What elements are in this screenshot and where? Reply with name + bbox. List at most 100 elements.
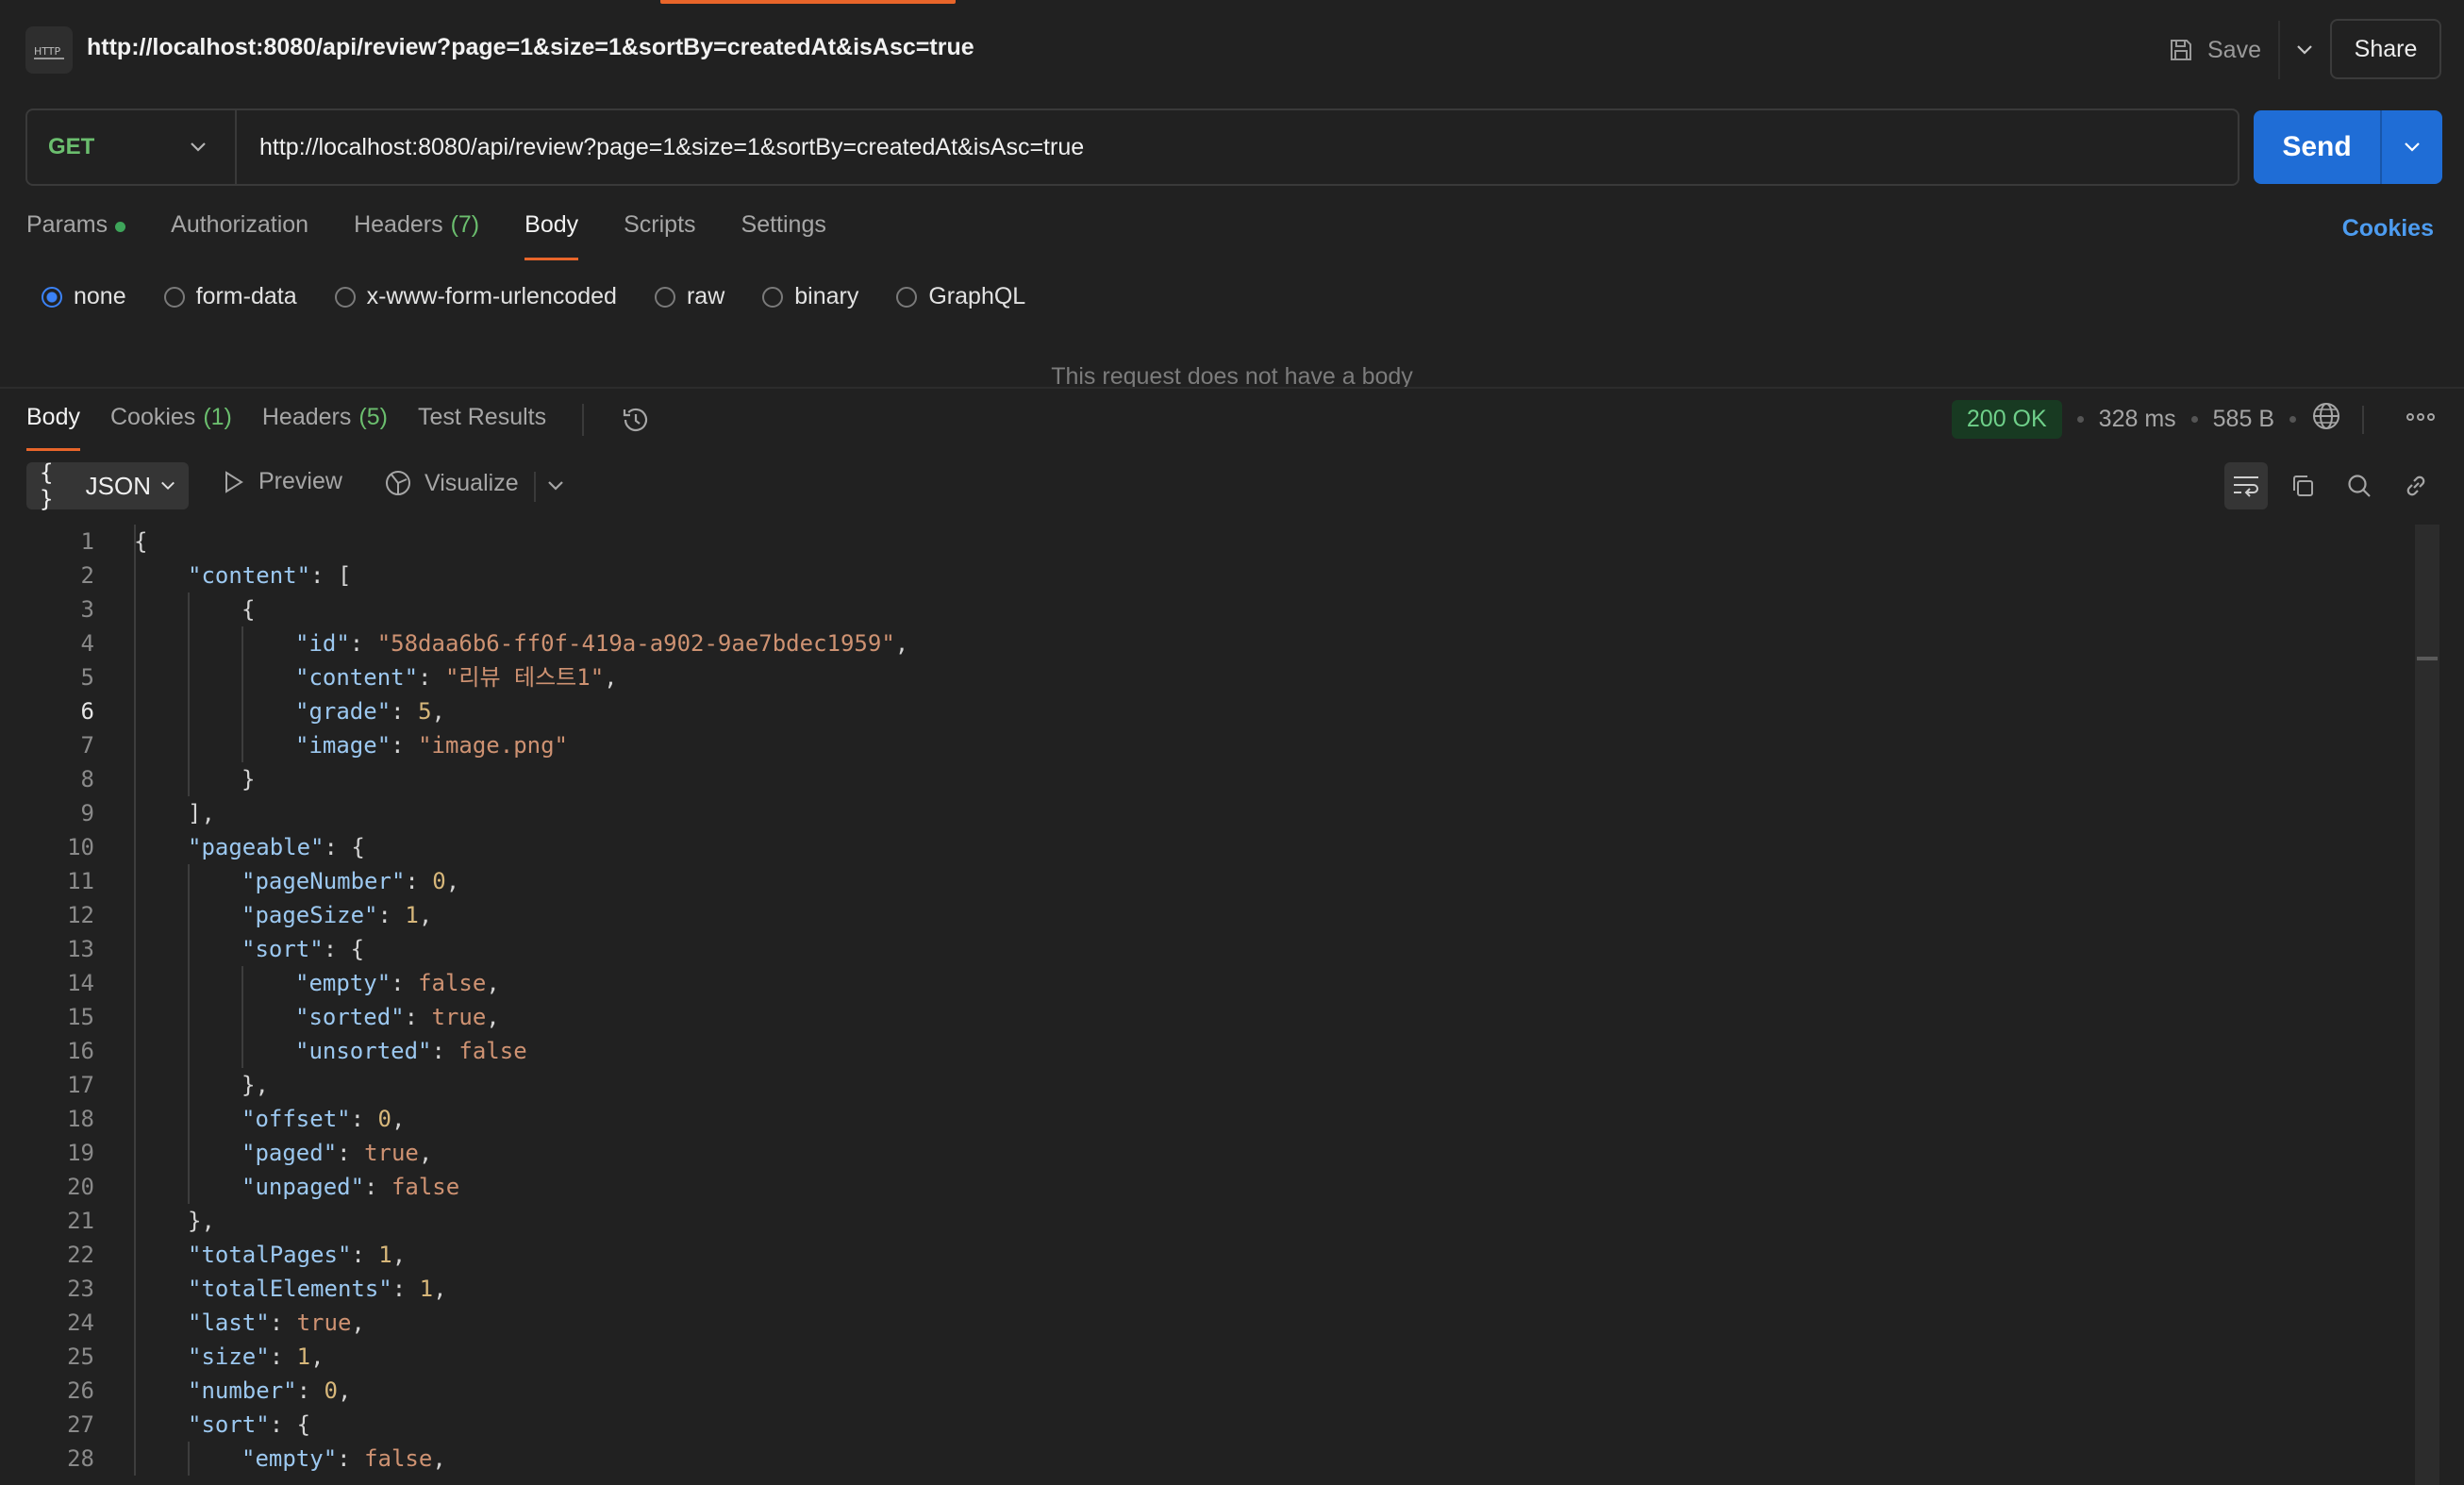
network-button[interactable]: [2311, 401, 2341, 438]
code-text: "empty": false,: [295, 966, 500, 1000]
share-button[interactable]: Share: [2330, 19, 2441, 79]
wrap-lines-button[interactable]: [2224, 462, 2268, 509]
code-text: {: [134, 525, 147, 559]
code-token: ],: [188, 800, 215, 826]
response-tab-body[interactable]: Body: [26, 404, 80, 451]
code-line[interactable]: 7 "image": "image.png": [0, 728, 2415, 762]
code-line[interactable]: 9],: [0, 796, 2415, 830]
code-text: "image": "image.png": [295, 728, 568, 762]
code-line[interactable]: 1{: [0, 525, 2415, 559]
code-line[interactable]: 25 "size": 1,: [0, 1340, 2415, 1374]
code-line[interactable]: 14 "empty": false,: [0, 966, 2415, 1000]
more-options-button[interactable]: [2406, 408, 2436, 431]
line-number: 21: [67, 1208, 94, 1234]
code-line[interactable]: 2 "content": [: [0, 559, 2415, 592]
indent-guide: [134, 1102, 136, 1136]
radio-none[interactable]: none: [42, 283, 126, 310]
radio-raw[interactable]: raw: [654, 283, 724, 310]
code-line[interactable]: 8}: [0, 762, 2415, 796]
code-line[interactable]: 10 "pageable": {: [0, 830, 2415, 864]
send-button[interactable]: Send: [2254, 110, 2380, 184]
send-options-button[interactable]: [2382, 110, 2442, 184]
radio-urlencoded[interactable]: x-www-form-urlencoded: [334, 283, 617, 310]
wrap-lines-icon: [2234, 476, 2258, 497]
method-select[interactable]: GET: [27, 110, 237, 184]
code-token: ,: [604, 664, 618, 691]
visualize-options-button[interactable]: [547, 472, 564, 505]
visualize-button[interactable]: Visualize: [383, 468, 519, 498]
indent-guide: [134, 626, 136, 660]
pane-resize-divider[interactable]: [0, 387, 2464, 389]
response-body-editor[interactable]: 1{2 "content": [3{4 "id": "58daa6b6-ff0f-4…: [0, 525, 2415, 1485]
tab-headers[interactable]: Headers (7): [354, 211, 479, 260]
code-line[interactable]: 23 "totalElements": 1,: [0, 1272, 2415, 1306]
code-line[interactable]: 27 "sort": {: [0, 1408, 2415, 1442]
indent-guide: [241, 626, 243, 660]
chevron-down-icon: [2297, 45, 2312, 55]
status-badge[interactable]: 200 OK: [1951, 400, 2062, 439]
code-token: 5: [418, 698, 432, 725]
request-title[interactable]: http://localhost:8080/api/review?page=1&…: [87, 34, 974, 61]
tab-authorization[interactable]: Authorization: [171, 211, 308, 260]
code-line[interactable]: 16 "unsorted": false: [0, 1034, 2415, 1068]
code-line[interactable]: 15 "sorted": true,: [0, 1000, 2415, 1034]
tab-label: Authorization: [171, 211, 309, 238]
tab-body[interactable]: Body: [524, 211, 578, 260]
code-token: : {: [269, 1411, 311, 1438]
code-line[interactable]: 21},: [0, 1204, 2415, 1238]
indent-guide: [134, 1034, 136, 1068]
code-line[interactable]: 17},: [0, 1068, 2415, 1102]
save-icon: [2171, 40, 2191, 60]
divider: [582, 404, 585, 436]
code-token: "pageSize": [241, 902, 378, 928]
radio-form-data[interactable]: form-data: [163, 283, 297, 310]
indent-guide: [188, 1102, 190, 1136]
indent-guide: [188, 660, 190, 694]
url-input[interactable]: [237, 133, 2238, 161]
tab-scripts[interactable]: Scripts: [624, 211, 695, 260]
radio-binary[interactable]: binary: [762, 283, 858, 310]
code-line[interactable]: 4 "id": "58daa6b6-ff0f-419a-a902-9ae7bdec…: [0, 626, 2415, 660]
format-select[interactable]: { } JSON: [26, 459, 189, 512]
line-number: 12: [67, 902, 94, 928]
line-number: 4: [80, 630, 94, 657]
chevron-down-icon: [2405, 142, 2420, 152]
cookies-link[interactable]: Cookies: [2342, 215, 2434, 242]
save-options-button[interactable]: [2280, 21, 2329, 79]
response-time[interactable]: 328 ms: [2099, 406, 2176, 433]
code-line[interactable]: 13 "sort": {: [0, 932, 2415, 966]
code-line[interactable]: 5 "content": "리뷰 테스트1",: [0, 660, 2415, 694]
link-button[interactable]: [2394, 462, 2438, 509]
code-line[interactable]: 11 "pageNumber": 0,: [0, 864, 2415, 898]
response-tab-headers[interactable]: Headers (5): [262, 404, 388, 451]
code-line[interactable]: 24 "last": true,: [0, 1306, 2415, 1340]
code-line[interactable]: 22 "totalPages": 1,: [0, 1238, 2415, 1272]
response-size[interactable]: 585 B: [2213, 406, 2274, 433]
code-token: "unpaged": [241, 1174, 365, 1200]
code-line[interactable]: 6 "grade": 5,: [0, 694, 2415, 728]
search-button[interactable]: [2338, 462, 2381, 509]
scrollbar-thumb[interactable]: [2417, 657, 2438, 660]
code-line[interactable]: 19 "paged": true,: [0, 1136, 2415, 1170]
response-tab-cookies[interactable]: Cookies (1): [110, 404, 232, 451]
tab-settings[interactable]: Settings: [741, 211, 826, 260]
code-line[interactable]: 3{: [0, 592, 2415, 626]
code-line[interactable]: 20 "unpaged": false: [0, 1170, 2415, 1204]
indent-guide: [134, 592, 136, 626]
save-button[interactable]: Save: [2151, 21, 2278, 79]
code-line[interactable]: 18 "offset": 0,: [0, 1102, 2415, 1136]
copy-button[interactable]: [2281, 462, 2324, 509]
code-line[interactable]: 26 "number": 0,: [0, 1374, 2415, 1408]
radio-graphql[interactable]: GraphQL: [896, 283, 1025, 310]
response-tab-test-results[interactable]: Test Results: [418, 404, 546, 451]
code-line[interactable]: 12 "pageSize": 1,: [0, 898, 2415, 932]
code-text: "content": [: [188, 559, 351, 592]
history-button[interactable]: [620, 404, 652, 441]
indent-guide: [188, 1034, 190, 1068]
tab-params[interactable]: Params: [26, 211, 126, 260]
code-line[interactable]: 28 "empty": false,: [0, 1442, 2415, 1476]
indent-guide: [134, 762, 136, 796]
code-token: {: [134, 528, 148, 555]
preview-button[interactable]: Preview: [223, 468, 342, 495]
editor-scrollbar[interactable]: [2415, 525, 2439, 1485]
